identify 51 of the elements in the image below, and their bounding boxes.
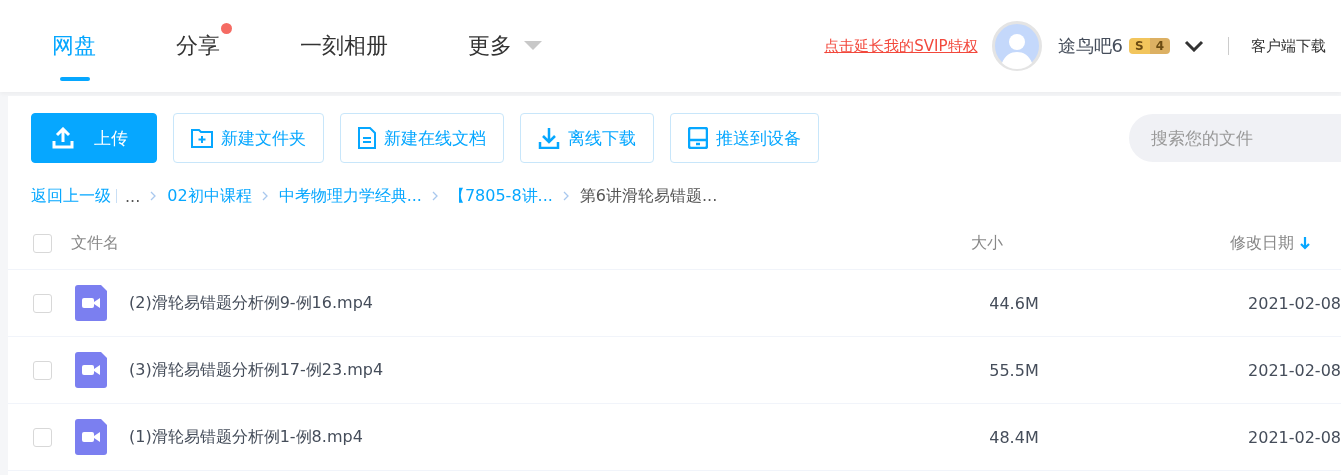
username[interactable]: 途鸟吧6 <box>1057 34 1123 58</box>
avatar-icon[interactable] <box>991 21 1042 71</box>
video-file-icon <box>75 285 107 321</box>
file-name[interactable]: (1)滑轮易错题分析例1-例8.mp4 <box>129 426 990 448</box>
breadcrumb-item[interactable]: 中考物理力学经典... <box>278 185 422 207</box>
video-file-icon <box>75 352 107 388</box>
back-link[interactable]: 返回上一级 <box>31 185 111 207</box>
file-size: 55.5M <box>989 360 1040 380</box>
file-name[interactable]: (2)滑轮易错题分析例9-例16.mp4 <box>129 292 990 314</box>
client-download-link[interactable]: 客户端下载 <box>1251 36 1341 56</box>
nav-tab[interactable]: 分享 <box>176 31 220 61</box>
toolbar-button[interactable]: 上传 <box>31 113 157 163</box>
breadcrumb-item[interactable]: 【7805-8讲... <box>448 185 553 207</box>
video-file-icon <box>75 419 107 455</box>
chevron-right-icon <box>431 191 439 201</box>
modified-date: 2021-02-08 <box>1248 427 1341 447</box>
file-size: 48.4M <box>989 427 1040 447</box>
chevron-down-icon[interactable] <box>1184 40 1204 52</box>
search-field[interactable]: 搜索您的文件 <box>1129 114 1341 162</box>
chevron-right-icon <box>150 191 158 201</box>
nav-tab[interactable]: 一刻相册 <box>300 31 388 61</box>
select-all-checkbox[interactable] <box>33 233 52 253</box>
chevron-right-icon <box>562 191 570 201</box>
document-icon <box>358 127 376 149</box>
modified-date: 2021-02-08 <box>1248 293 1341 313</box>
svip-link[interactable]: 点击延长我的SVIP特权 <box>824 36 978 56</box>
download-icon <box>538 127 560 149</box>
column-header[interactable]: 大小 <box>971 232 1003 254</box>
folder-plus-icon <box>191 128 213 148</box>
device-icon <box>688 127 708 149</box>
toolbar-button[interactable]: 离线下载 <box>520 113 654 163</box>
toolbar-button[interactable]: 推送到设备 <box>670 113 819 163</box>
vip-badge: S 4 <box>1129 36 1170 56</box>
nav-tab[interactable]: 更多 <box>468 31 512 61</box>
chevron-right-icon <box>261 191 269 201</box>
row-checkbox[interactable] <box>33 427 52 447</box>
column-header[interactable]: 文件名 <box>71 232 119 254</box>
breadcrumb-item[interactable]: 02初中课程 <box>167 185 252 207</box>
file-name[interactable]: (3)滑轮易错题分析例17-例23.mp4 <box>129 359 990 381</box>
row-checkbox[interactable] <box>33 360 52 380</box>
toolbar-button[interactable]: 新建在线文档 <box>340 113 504 163</box>
breadcrumb-item[interactable]: 第6讲滑轮易错题... <box>579 185 718 207</box>
breadcrumb-item[interactable]: ... <box>125 186 141 206</box>
nav-tab[interactable]: 网盘 <box>52 31 96 61</box>
upload-icon <box>52 127 74 149</box>
file-size: 44.6M <box>989 293 1040 313</box>
row-checkbox[interactable] <box>33 293 52 313</box>
toolbar-button[interactable]: 新建文件夹 <box>173 113 324 163</box>
active-tab-indicator <box>60 77 90 81</box>
column-header[interactable]: 修改日期 <box>1230 232 1294 254</box>
modified-date: 2021-02-08 <box>1248 360 1341 380</box>
